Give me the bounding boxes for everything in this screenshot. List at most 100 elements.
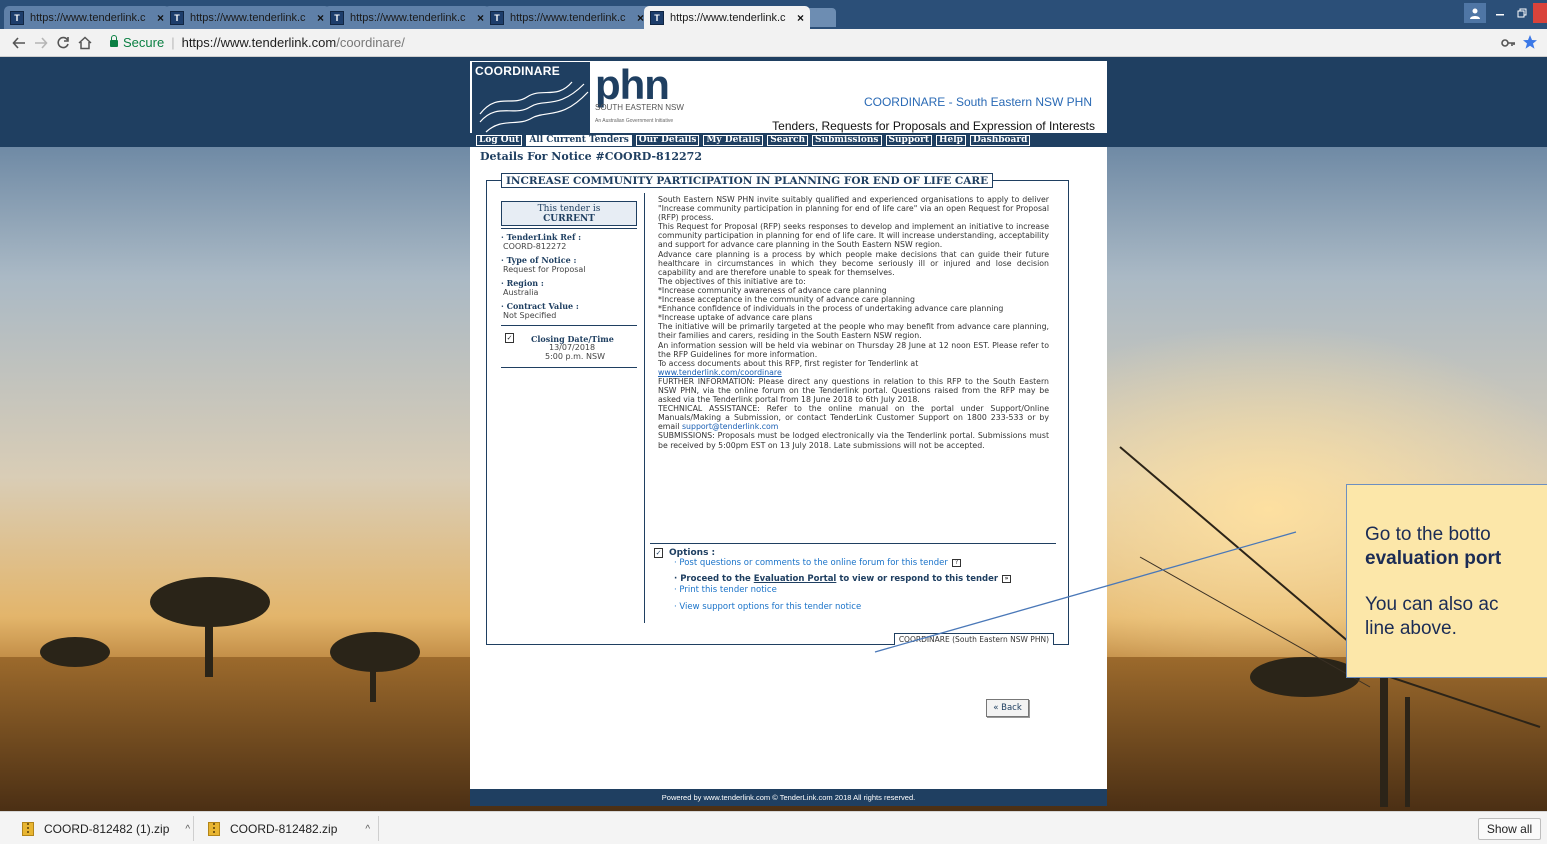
options-section: ✓ Options : · Post questions or comments… <box>654 548 1012 613</box>
show-all-downloads-button[interactable]: Show all <box>1478 818 1541 840</box>
option-eval-suffix: to view or respond to this tender <box>836 574 999 584</box>
tree-silhouette <box>40 637 110 667</box>
description-paragraph: *Increase uptake of advance care plans <box>658 313 813 323</box>
tree-trunk <box>370 662 376 702</box>
download-item[interactable]: COORD-812482 (1).zip ^ <box>22 818 190 840</box>
nav-dashboard[interactable]: Dashboard <box>969 135 1031 146</box>
address-bar[interactable]: Secure | https://www.tenderlink.com/coor… <box>110 31 405 53</box>
notice-title: INCREASE COMMUNITY PARTICIPATION IN PLAN… <box>501 173 994 188</box>
url-path: /coordinare/ <box>336 34 405 50</box>
type-value: Request for Proposal <box>503 265 586 274</box>
browser-toolbar: Secure | https://www.tenderlink.com/coor… <box>0 29 1547 57</box>
header-tagline: Tenders, Requests for Proposals and Expr… <box>772 119 1095 133</box>
region-value: Australia <box>503 288 539 297</box>
minimize-icon[interactable] <box>1490 3 1510 23</box>
browser-tab-active[interactable]: T https://www.tenderlink.c × <box>644 6 810 29</box>
tab-title: https://www.tenderlink.c <box>350 11 466 24</box>
tender-page: COORDINARE phn SOUTH EASTERN NSW An Aust… <box>470 61 1107 806</box>
back-arrow-icon[interactable] <box>8 32 30 54</box>
page-footer: Powered by www.tenderlink.com © TenderLi… <box>470 789 1107 806</box>
tab-close-icon[interactable]: × <box>637 11 644 25</box>
lock-icon <box>110 35 118 47</box>
description-paragraph: This Request for Proposal (RFP) seeks re… <box>658 222 1049 250</box>
bookmark-star-icon[interactable] <box>1522 34 1538 50</box>
option-evaluation-portal[interactable]: · Proceed to the Evaluation Portal to vi… <box>654 574 1012 585</box>
description-paragraph: *Increase acceptance in the community of… <box>658 295 915 305</box>
browser-tab[interactable]: T https://www.tenderlink.c × <box>4 6 170 29</box>
phn-logo: phn SOUTH EASTERN NSW An Australian Gove… <box>595 61 684 125</box>
omnibox-separator: | <box>171 34 175 50</box>
browser-tab[interactable]: T https://www.tenderlink.c × <box>164 6 330 29</box>
home-icon[interactable] <box>74 32 96 54</box>
nav-our-details[interactable]: Our Details <box>635 135 700 146</box>
options-label: Options : <box>669 548 716 558</box>
contract-value: · Contract Value : Not Specified <box>501 301 637 321</box>
download-menu-caret[interactable]: ^ <box>185 824 190 835</box>
status-value: CURRENT <box>543 214 595 224</box>
forum-doc-icon: ? <box>951 558 961 567</box>
nav-all-current-tenders[interactable]: All Current Tenders <box>526 135 632 146</box>
option-eval-prefix: · Proceed to the <box>674 574 754 584</box>
nav-submissions[interactable]: Submissions <box>812 135 882 146</box>
divider <box>378 816 379 841</box>
tree-trunk <box>205 617 213 677</box>
description-paragraph: To access documents about this RFP, firs… <box>658 358 919 368</box>
nav-search[interactable]: Search <box>767 135 809 146</box>
callout-line: Go to the botto <box>1365 524 1491 545</box>
download-menu-caret[interactable]: ^ <box>365 824 370 835</box>
tenderlink-favicon-icon: T <box>490 10 504 25</box>
nav-log-out[interactable]: Log Out <box>476 135 523 146</box>
key-icon[interactable] <box>1500 35 1516 51</box>
description-paragraph: The objectives of this initiative are to… <box>658 276 806 286</box>
page-title: Details For Notice #COORD-812272 <box>480 150 702 163</box>
tenderlink-favicon-icon: T <box>650 10 664 25</box>
nav-help[interactable]: Help <box>936 135 966 146</box>
forward-arrow-icon[interactable] <box>30 32 52 54</box>
divider <box>501 325 637 326</box>
tenderlink-favicon-icon: T <box>10 10 24 25</box>
download-filename: COORD-812482 (1).zip <box>44 822 170 836</box>
new-tab-button[interactable] <box>806 8 836 27</box>
options-divider <box>650 543 1056 544</box>
option-forum-link[interactable]: · Post questions or comments to the onli… <box>654 558 1011 569</box>
close-window-icon[interactable] <box>1533 3 1547 23</box>
phn-logo-gov: An Australian Government Initiative <box>595 118 674 124</box>
closing-date: ✓ Closing Date/Time 13/07/2018 5:00 p.m.… <box>501 330 637 368</box>
browser-tab[interactable]: T https://www.tenderlink.c × <box>484 6 650 29</box>
restore-icon[interactable] <box>1512 3 1532 23</box>
support-email-link[interactable]: support@tenderlink.com <box>682 422 778 431</box>
tab-close-icon[interactable]: × <box>317 11 324 25</box>
header-org-title: COORDINARE - South Eastern NSW PHN <box>863 95 1092 109</box>
contract-value-text: Not Specified <box>503 311 557 320</box>
nav-support[interactable]: Support <box>885 135 933 146</box>
page-viewport: COORDINARE phn SOUTH EASTERN NSW An Aust… <box>0 57 1547 811</box>
tab-close-icon[interactable]: × <box>157 11 164 25</box>
tab-close-icon[interactable]: × <box>477 11 484 25</box>
description-paragraph: The initiative will be primarily targete… <box>658 322 1049 341</box>
closing-date-value: 13/07/2018 <box>549 343 596 352</box>
option-support-link[interactable]: · View support options for this tender n… <box>654 602 1011 613</box>
region-label: · Region : <box>501 278 544 288</box>
submissions-info: SUBMISSIONS: Proposals must be lodged el… <box>658 431 1049 450</box>
contract-label: · Contract Value : <box>501 301 579 311</box>
register-link[interactable]: www.tenderlink.com/coordinare <box>658 368 782 377</box>
tab-title: https://www.tenderlink.c <box>670 11 786 24</box>
user-profile-icon[interactable] <box>1464 3 1486 23</box>
back-button[interactable]: « Back <box>986 699 1029 717</box>
url-host: https://www.tenderlink.com <box>181 34 337 50</box>
download-bar: COORD-812482 (1).zip ^ COORD-812482.zip … <box>0 811 1547 844</box>
evaluation-portal-link[interactable]: Evaluation Portal <box>754 574 837 584</box>
divider <box>501 228 637 229</box>
option-print-link[interactable]: · Print this tender notice <box>654 585 1011 596</box>
download-item[interactable]: COORD-812482.zip ^ <box>208 818 370 840</box>
tab-close-icon[interactable]: × <box>797 11 804 25</box>
phn-logo-word: phn <box>595 61 670 108</box>
browser-tab[interactable]: T https://www.tenderlink.c × <box>324 6 490 29</box>
ref-value: COORD-812272 <box>503 242 567 251</box>
main-nav: Log Out All Current Tenders Our Details … <box>470 133 1107 147</box>
secure-label: Secure <box>123 34 165 50</box>
callout-line-bold: evaluation port <box>1365 548 1502 569</box>
reload-icon[interactable] <box>52 32 74 54</box>
status-badge: This tender is CURRENT <box>501 201 637 226</box>
nav-my-details[interactable]: My Details <box>703 135 764 146</box>
